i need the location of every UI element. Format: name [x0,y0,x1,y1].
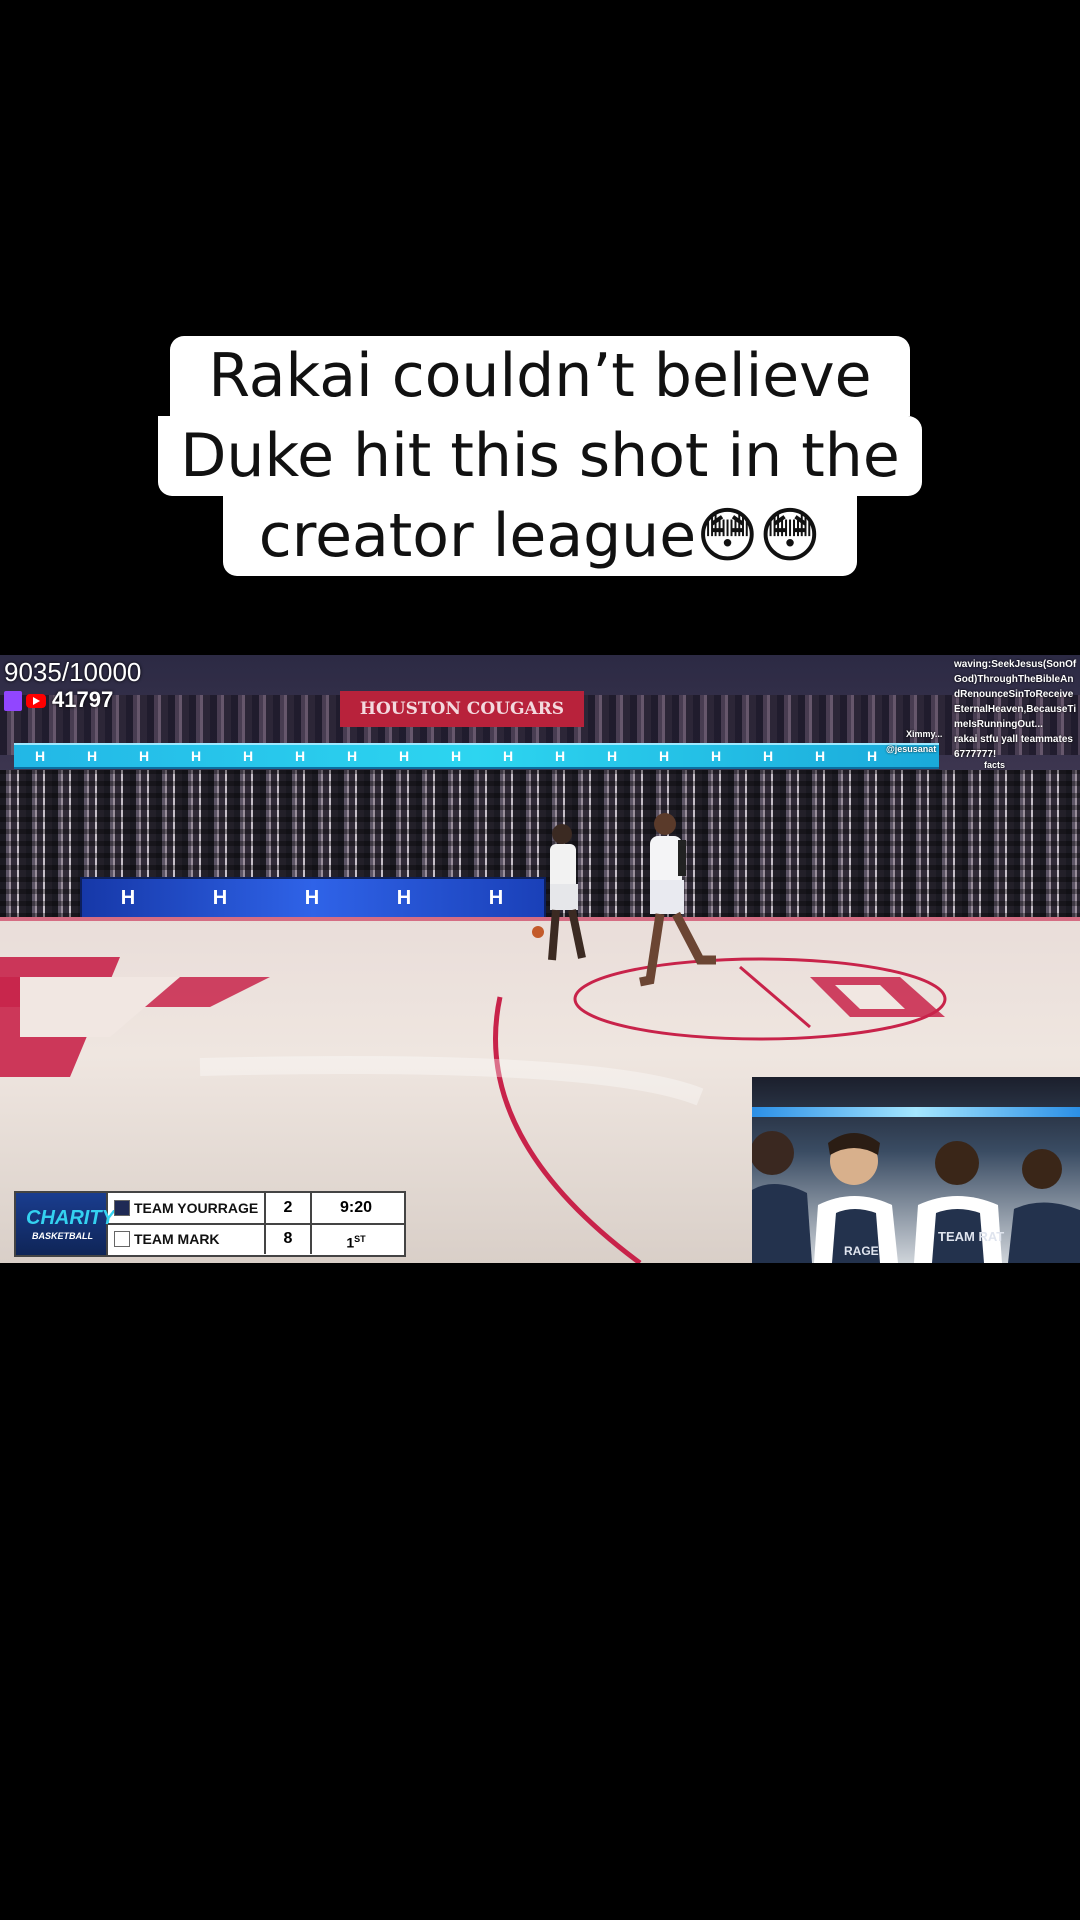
caption-line-3: creator league😳😳 [222,496,858,576]
caption-line-2: Duke hit this shot in the [158,416,922,496]
charity-basketball-logo: CHARITY BASKETBALL [16,1193,115,1255]
player-defender [532,824,586,961]
scoreboard: CHARITY BASKETBALL TEAM YOURRAGE 2 9:20 … [14,1191,406,1257]
jersey-text: RAGE [844,1244,879,1258]
game-clock: 9:20 [339,1199,373,1216]
viewer-count: 41797 [52,687,114,712]
caption: Rakai couldn’t believe Duke hit this sho… [0,336,1080,576]
courtside-led-board: HHHHH [80,877,546,919]
team-color-swatch [114,1200,130,1216]
team-score: 8 [264,1224,312,1254]
chat-overlay: waving:SeekJesus(SonOfGod)ThroughTheBibl… [954,657,1078,762]
game-period: 1ST [346,1234,366,1251]
caption-line-1: Rakai couldn’t believe [170,336,910,416]
webcam-people: TEAM RAT RAGE [752,1131,1080,1263]
houston-cougars-banner: HOUSTON COUGARS [340,691,584,727]
jersey-text: TEAM RAT [938,1229,1004,1244]
led-ribbon-board: HHHHHHHHHHHHHHHHH [14,743,939,769]
chat-message: rakai stfu yall teammates [954,734,1073,745]
team-color-swatch [114,1231,130,1247]
chat-message: waving:SeekJesus(SonOfGod)ThroughTheBibl… [954,659,1077,730]
streamer-webcam: TEAM RAT RAGE [752,1077,1080,1263]
youtube-icon [26,694,46,709]
twitch-icon [4,691,22,712]
scoreboard-row-team-1: TEAM YOURRAGE 2 9:20 [108,1193,404,1225]
viewer-count-row: 41797 [4,687,114,712]
video-frame[interactable]: HOUSTON COUGARS HHHHHHHHHHHHHHHHH HHHHH [0,655,1080,1263]
team-name: TEAM YOURRAGE [134,1200,259,1216]
chat-message: 6777777! [954,749,997,760]
player-shooting [639,813,716,987]
team-score: 2 [264,1193,312,1223]
team-name: TEAM MARK [134,1231,220,1247]
chat-handle: Ximmy... [906,729,943,739]
stream-goal-progress: 9035/10000 [4,657,142,687]
scoreboard-row-team-2: TEAM MARK 8 1ST [108,1224,404,1254]
chat-reply: facts [984,760,1006,770]
chat-handle: @jesusanat [886,744,937,754]
